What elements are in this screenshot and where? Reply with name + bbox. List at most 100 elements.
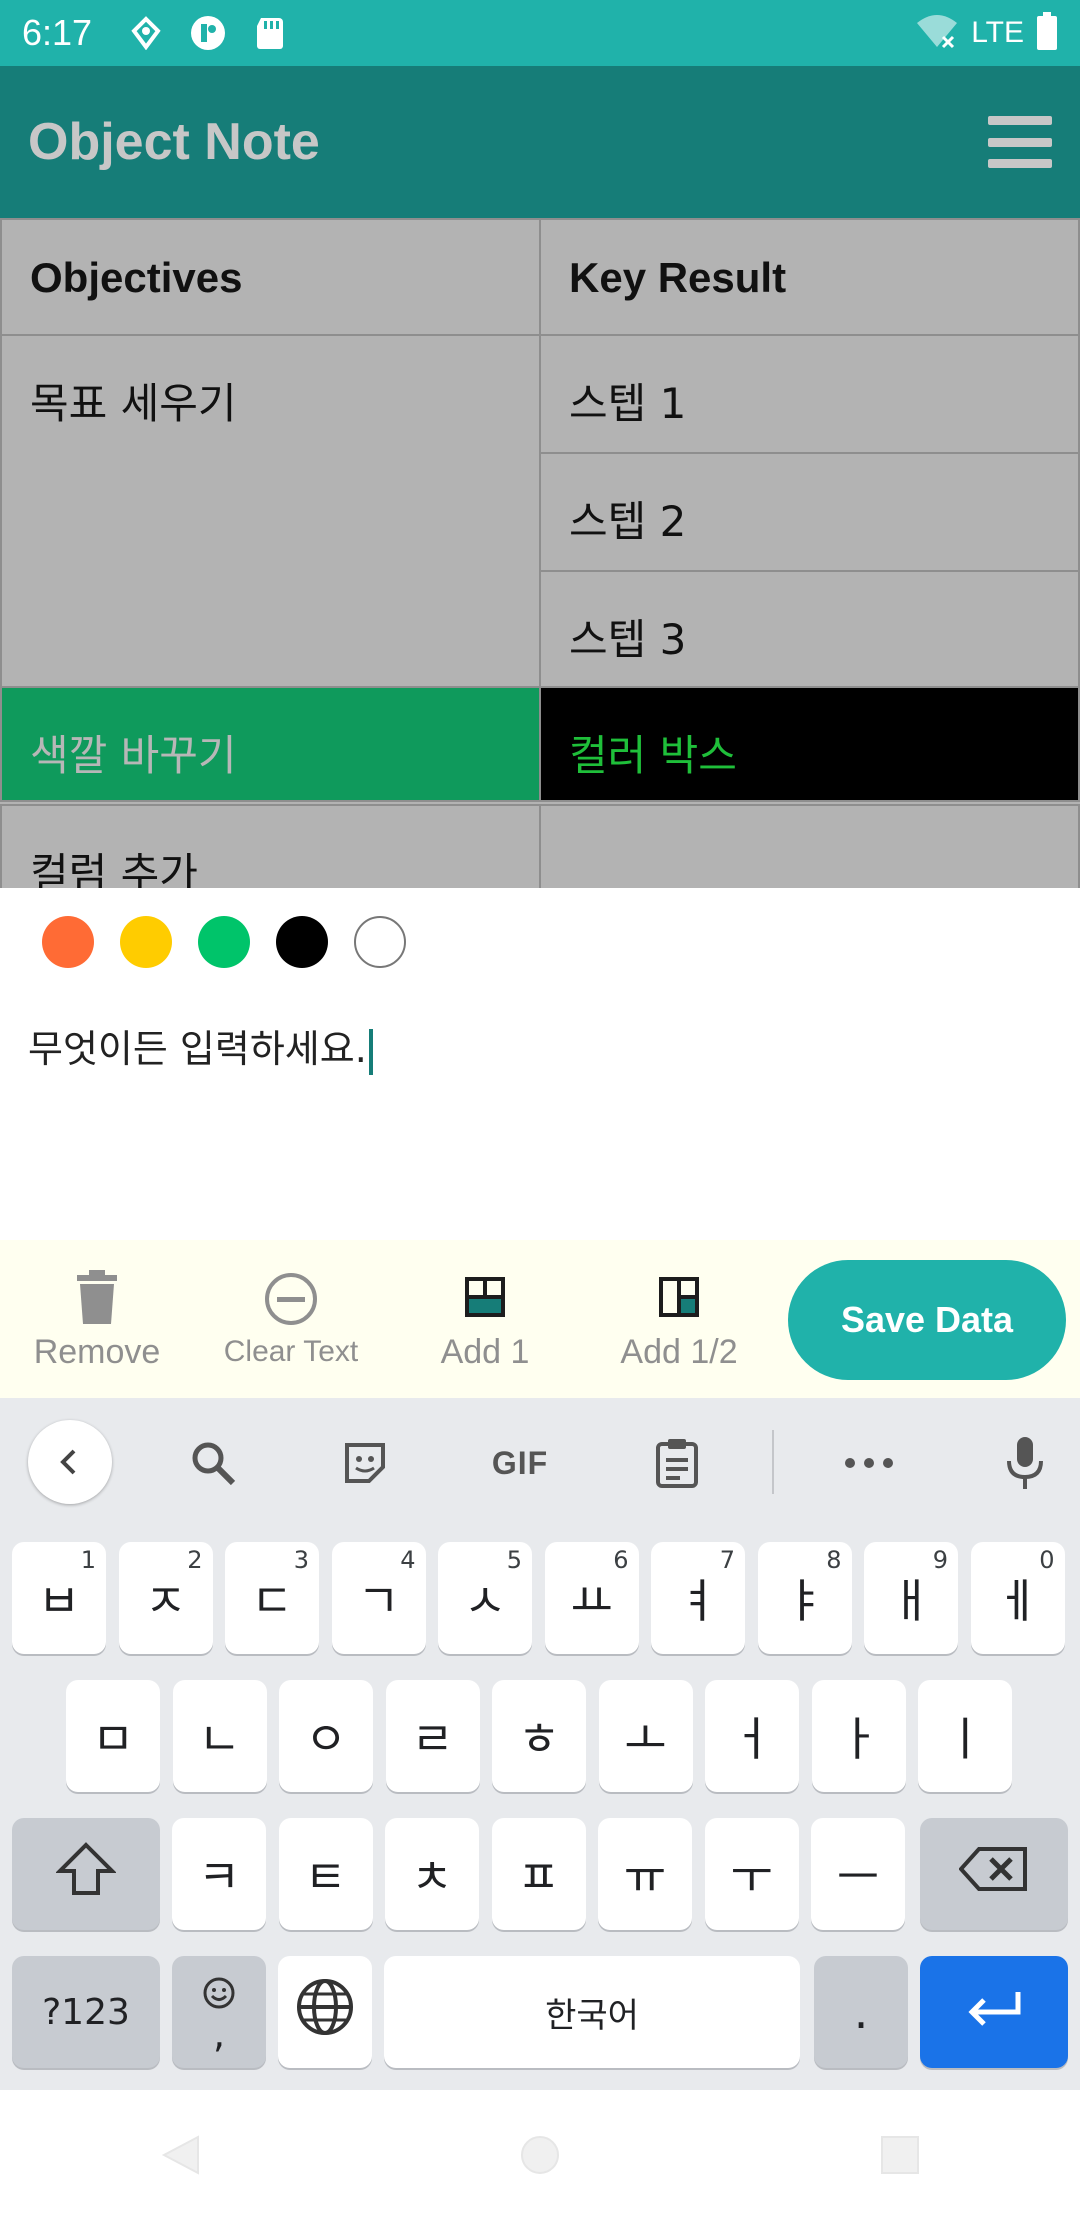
key-number-hint: 0 [1039,1546,1055,1574]
key[interactable]: ㄴ [172,1680,267,1792]
save-data-button[interactable]: Save Data [788,1260,1066,1380]
status-bar: 6:17 LTE [0,0,1080,66]
key[interactable]: ㅓ [705,1680,799,1792]
wifi-icon [915,13,959,53]
key[interactable]: ㅗ [598,1680,693,1792]
key[interactable]: ㅔ0 [970,1542,1065,1654]
microphone-icon[interactable] [990,1428,1060,1498]
note-input-text: 무엇이든 입력하세요. [28,1027,367,1071]
recents-nav-icon[interactable] [870,2125,930,2185]
color-yellow[interactable] [120,916,172,968]
action-toolbar: Remove Clear Text Add 1 Add 1/2 Save Dat… [0,1240,1080,1398]
key[interactable]: ㅍ [491,1818,586,1930]
key[interactable]: ㅋ [172,1818,266,1930]
color-white[interactable] [354,916,406,968]
symbols-key[interactable]: ?123 [12,1956,160,2068]
shift-key[interactable] [12,1818,160,1930]
objective-cell[interactable]: 목표 세우기 [0,334,541,688]
note-input[interactable]: 무엇이든 입력하세요. [28,1018,1048,1075]
search-icon[interactable] [178,1428,248,1498]
key-number-hint: 6 [613,1546,629,1574]
add-one-button[interactable]: Add 1 [388,1240,582,1398]
key[interactable]: ㅊ [385,1818,479,1930]
remove-button[interactable]: Remove [0,1240,194,1398]
key-label: ㅕ [676,1574,720,1628]
key[interactable]: ㅜ [704,1818,799,1930]
layout-full-icon [465,1267,505,1327]
key-number-hint: 1 [80,1546,96,1574]
globe-icon [295,1977,355,2048]
key-label: ㄷ [250,1574,294,1628]
header-objectives: Objectives [0,218,541,336]
color-orange[interactable] [42,916,94,968]
key-result-cell[interactable]: 스텝 2 [539,452,1080,572]
shift-icon [55,1841,117,1908]
app-title: Object Note [28,113,320,171]
key-number-hint: 3 [293,1546,309,1574]
enter-icon [964,1985,1024,2039]
objective-cell[interactable]: 컬럼 추가 [0,804,541,888]
key-number-hint: 2 [187,1546,203,1574]
key-label: ㅐ [889,1574,933,1628]
okr-table: Objectives Key Result 목표 세우기 스텝 1 스텝 2 스… [0,218,1080,888]
emoji-comma-key[interactable]: , [172,1956,266,2068]
key-result-cell[interactable]: 스텝 1 [539,334,1080,454]
key[interactable]: ㅕ7 [651,1542,745,1654]
key[interactable]: ㄱ4 [331,1542,426,1654]
enter-key[interactable] [920,1956,1068,2068]
key[interactable]: ㅐ9 [864,1542,958,1654]
key[interactable]: ㅌ [278,1818,373,1930]
key[interactable]: ㅡ [811,1818,905,1930]
gif-icon[interactable]: GIF [480,1428,560,1498]
key-label: ㅈ [144,1574,187,1628]
key[interactable]: ㄹ [385,1680,480,1792]
home-nav-icon[interactable] [510,2125,570,2185]
chevron-left-icon[interactable] [28,1420,112,1504]
key[interactable]: ㄷ3 [225,1542,319,1654]
more-icon[interactable] [834,1428,904,1498]
key[interactable]: ㅠ [598,1818,692,1930]
key-number-hint: 5 [506,1546,522,1574]
key[interactable]: ㅑ8 [757,1542,852,1654]
clipboard-icon[interactable] [642,1428,712,1498]
key[interactable]: ㅈ2 [118,1542,213,1654]
trash-icon [75,1267,119,1327]
location-pin-icon [128,15,164,51]
key[interactable]: ㅛ6 [544,1542,639,1654]
color-picker [42,916,406,968]
language-key[interactable] [278,1956,372,2068]
key-label: ㅛ [570,1574,613,1628]
key-label: ㅂ [37,1574,81,1628]
backspace-icon [958,1845,1029,1904]
add-half-button[interactable]: Add 1/2 [582,1240,776,1398]
back-nav-icon[interactable] [150,2125,210,2185]
key[interactable]: ㅣ [918,1680,1012,1792]
navigation-bar [0,2090,1080,2220]
space-key[interactable]: 한국어 [384,1956,800,2068]
key-number-hint: 8 [826,1546,842,1574]
hamburger-menu-icon[interactable] [988,116,1052,168]
key[interactable]: ㅅ5 [438,1542,532,1654]
key-label: ㅔ [996,1574,1039,1628]
backspace-key[interactable] [920,1818,1068,1930]
status-time: 6:17 [22,12,93,53]
color-green[interactable] [198,916,250,968]
key-result-cell-black[interactable]: 컬러 박스 [539,686,1080,802]
key[interactable]: ㅎ [492,1680,586,1792]
minus-circle-icon [263,1269,319,1329]
key[interactable]: ㅂ1 [12,1542,106,1654]
key-label: ㅑ [783,1574,826,1628]
key-result-cell[interactable]: 스텝 3 [539,570,1080,688]
color-black[interactable] [276,916,328,968]
sd-card-icon [252,15,288,51]
sticker-icon[interactable] [330,1428,400,1498]
soft-keyboard: GIF ?123 , 한국어 . ㅂ 1 ㅈ 2 ㄷ 3 ㄱ 4 ㅅ 5 ㅛ 6… [0,1398,1080,2090]
key[interactable]: ㅇ [279,1680,373,1792]
key[interactable]: ㅁ [66,1680,160,1792]
battery-icon [1036,12,1058,54]
key[interactable]: ㅏ [811,1680,906,1792]
key-result-cell[interactable] [539,804,1080,888]
period-key[interactable]: . [814,1956,908,2068]
clear-text-button[interactable]: Clear Text [194,1240,388,1398]
objective-cell-green[interactable]: 색깔 바꾸기 [0,686,541,802]
